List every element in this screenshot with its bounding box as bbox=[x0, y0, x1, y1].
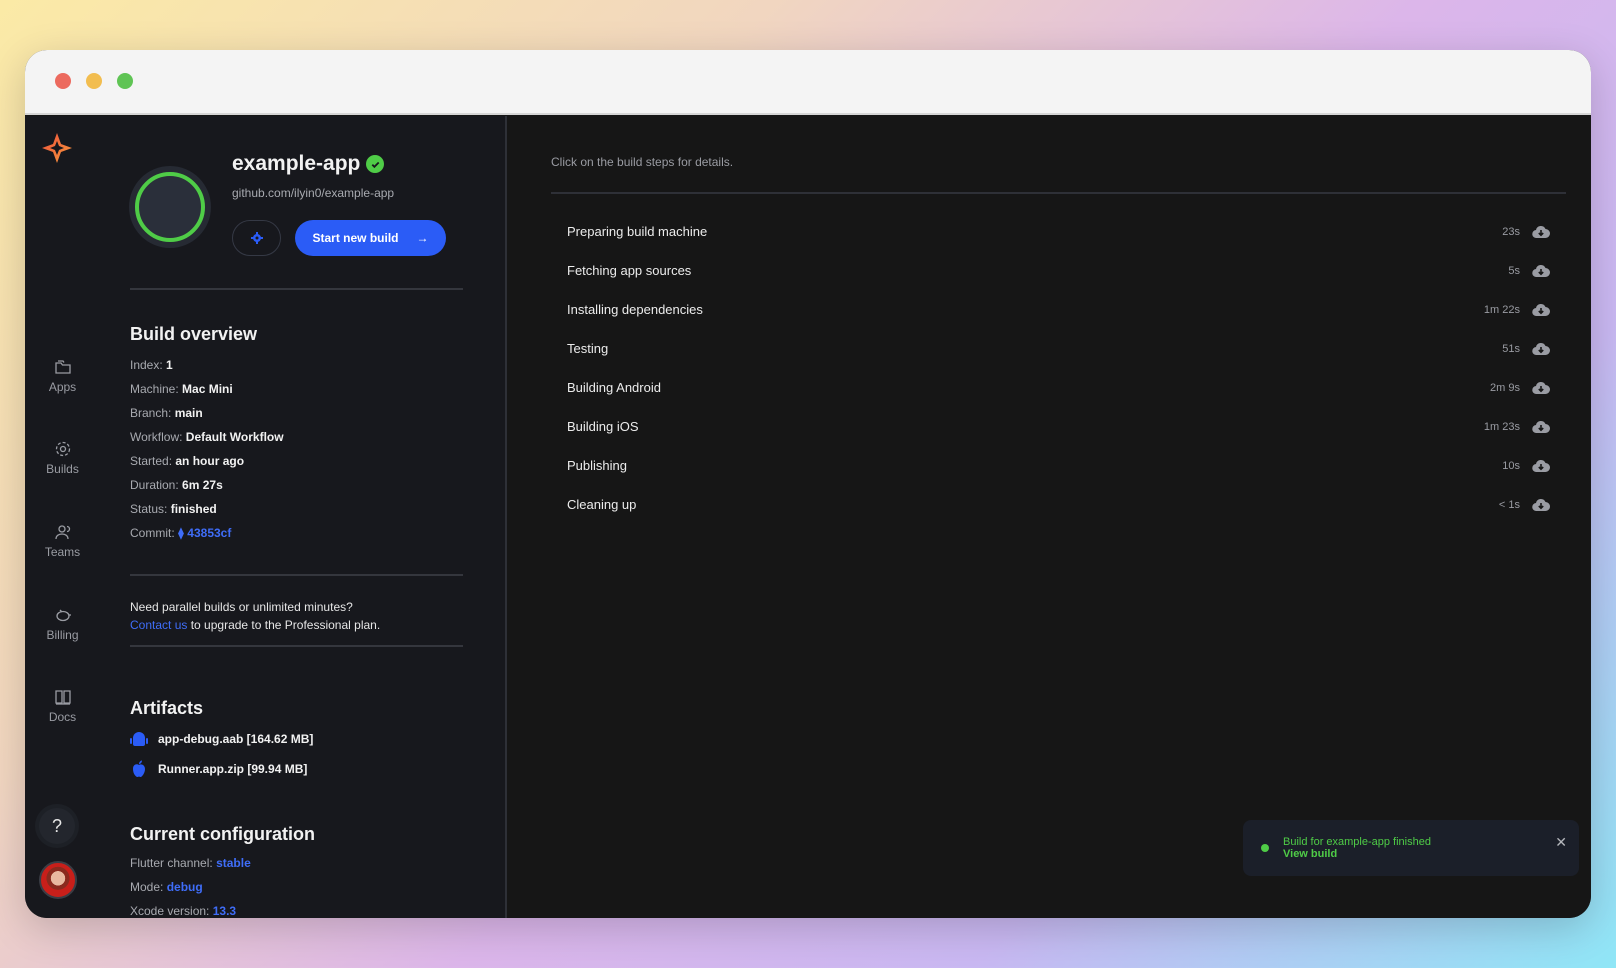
help-icon: ? bbox=[51, 816, 62, 836]
app-body: Apps Builds Teams Billing Docs ? example… bbox=[25, 116, 1591, 918]
verified-check-icon bbox=[366, 155, 385, 173]
minimize-window-button[interactable] bbox=[86, 73, 102, 89]
artifact-item[interactable]: app-debug.aab [164.62 MB] bbox=[130, 730, 313, 748]
cloud-download-icon[interactable] bbox=[1532, 342, 1550, 356]
cloud-download-icon[interactable] bbox=[1532, 381, 1550, 395]
gear-icon bbox=[250, 232, 263, 244]
settings-button[interactable] bbox=[232, 220, 281, 256]
divider bbox=[551, 192, 1566, 194]
artifact-item[interactable]: Runner.app.zip [99.94 MB] bbox=[130, 760, 307, 778]
build-step[interactable]: Building Android 2m 9s bbox=[551, 368, 1566, 407]
folder-icon bbox=[54, 360, 71, 374]
nav-item-docs[interactable]: Docs bbox=[25, 688, 100, 724]
cloud-download-icon[interactable] bbox=[1532, 225, 1550, 239]
upgrade-notice: Need parallel builds or unlimited minute… bbox=[130, 600, 381, 632]
help-button[interactable]: ? bbox=[39, 808, 75, 844]
build-step[interactable]: Cleaning up < 1s bbox=[551, 485, 1566, 524]
cloud-download-icon[interactable] bbox=[1532, 420, 1550, 434]
build-step[interactable]: Fetching app sources 5s bbox=[551, 251, 1566, 290]
overview-field-index: Index: 1 bbox=[130, 358, 173, 372]
build-step[interactable]: Installing dependencies 1m 22s bbox=[551, 290, 1566, 329]
view-build-link[interactable]: View build bbox=[1283, 848, 1431, 860]
android-icon bbox=[130, 732, 148, 746]
build-step[interactable]: Building iOS 1m 23s bbox=[551, 407, 1566, 446]
build-overview-title: Build overview bbox=[130, 324, 258, 344]
nav-item-billing[interactable]: Billing bbox=[25, 606, 100, 642]
user-avatar[interactable] bbox=[39, 861, 77, 899]
success-dot-icon bbox=[1261, 844, 1269, 852]
start-build-label: Start new build bbox=[312, 231, 399, 245]
steps-hint: Click on the build steps for details. bbox=[551, 155, 734, 169]
commit-link[interactable]: ⧫ 43853cf bbox=[178, 526, 231, 540]
config-field-flutter-channel: Flutter channel: stable bbox=[130, 856, 251, 870]
toast-message: Build for example-app finished bbox=[1283, 836, 1431, 848]
overview-field-workflow: Workflow: Default Workflow bbox=[130, 430, 284, 444]
arrow-right-icon: → bbox=[416, 231, 429, 245]
build-step[interactable]: Preparing build machine 23s bbox=[551, 212, 1566, 251]
users-icon bbox=[54, 525, 70, 540]
configuration-title: Current configuration bbox=[130, 824, 315, 844]
nav-item-builds[interactable]: Builds bbox=[25, 440, 100, 476]
nav-item-label: Apps bbox=[48, 380, 77, 394]
nav-item-label: Docs bbox=[48, 710, 77, 724]
cloud-download-icon[interactable] bbox=[1532, 459, 1550, 473]
overview-field-duration: Duration: 6m 27s bbox=[130, 478, 223, 492]
build-steps-panel: Click on the build steps for details. Pr… bbox=[509, 116, 1591, 918]
title-bar bbox=[25, 50, 1591, 115]
app-title: example-app bbox=[232, 152, 385, 176]
overview-field-started: Started: an hour ago bbox=[130, 454, 245, 468]
build-step[interactable]: Publishing 10s bbox=[551, 446, 1566, 485]
git-commit-icon: ⧫ bbox=[178, 526, 184, 540]
start-new-build-button[interactable]: Start new build → bbox=[295, 220, 446, 256]
app-name: example-app bbox=[232, 152, 361, 175]
nav-item-label: Teams bbox=[44, 545, 81, 559]
apple-icon bbox=[133, 760, 145, 777]
repo-url[interactable]: github.com/ilyin0/example-app bbox=[232, 186, 394, 200]
nav-item-label: Builds bbox=[46, 462, 79, 476]
build-steps-list: Preparing build machine 23s Fetching app … bbox=[551, 212, 1566, 524]
artifacts-title: Artifacts bbox=[130, 698, 204, 718]
divider bbox=[130, 288, 463, 290]
cloud-download-icon[interactable] bbox=[1532, 264, 1550, 278]
divider bbox=[130, 574, 463, 576]
overview-field-branch: Branch: main bbox=[130, 406, 203, 420]
app-window: Apps Builds Teams Billing Docs ? example… bbox=[25, 50, 1591, 918]
cloud-download-icon[interactable] bbox=[1532, 303, 1550, 317]
maximize-window-button[interactable] bbox=[117, 73, 133, 89]
build-finished-toast: Build for example-app finished View buil… bbox=[1243, 820, 1579, 876]
book-icon bbox=[54, 690, 71, 705]
close-icon[interactable]: ✕ bbox=[1555, 834, 1567, 851]
nav-item-label: Billing bbox=[46, 628, 79, 642]
config-field-xcode-version: Xcode version: 13.3 bbox=[130, 904, 237, 918]
overview-field-machine: Machine: Mac Mini bbox=[130, 382, 233, 396]
app-logo[interactable] bbox=[41, 132, 73, 164]
nav-sidebar: Apps Builds Teams Billing Docs ? bbox=[25, 116, 100, 918]
overview-field-commit: Commit: ⧫ 43853cf bbox=[130, 526, 232, 540]
nav-item-apps[interactable]: Apps bbox=[25, 358, 100, 394]
app-status-ring bbox=[129, 166, 211, 248]
piggy-bank-icon bbox=[55, 609, 71, 622]
divider bbox=[130, 645, 463, 647]
cloud-download-icon[interactable] bbox=[1532, 498, 1550, 512]
config-field-mode: Mode: debug bbox=[130, 880, 203, 894]
overview-field-status: Status: finished bbox=[130, 502, 217, 516]
build-details-panel: example-app github.com/ilyin0/example-ap… bbox=[100, 116, 507, 918]
close-window-button[interactable] bbox=[55, 73, 71, 89]
build-step[interactable]: Testing 51s bbox=[551, 329, 1566, 368]
builds-icon bbox=[55, 441, 70, 457]
nav-item-teams[interactable]: Teams bbox=[25, 523, 100, 559]
contact-us-link[interactable]: Contact us bbox=[130, 618, 187, 632]
